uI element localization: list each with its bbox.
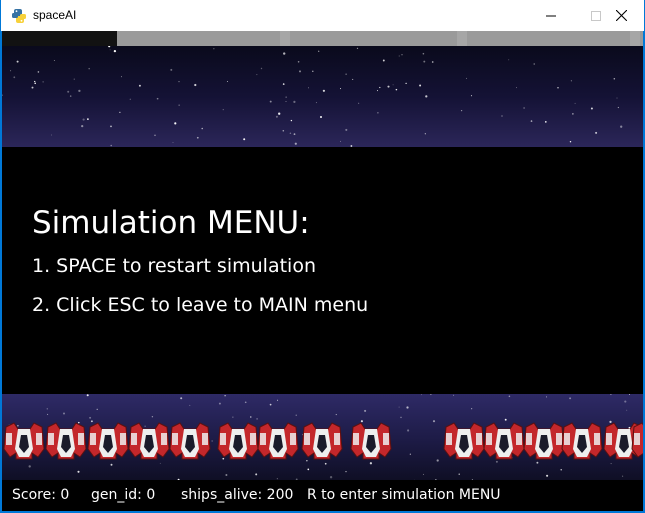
close-button[interactable]: [599, 0, 644, 31]
spaceship-icon: [443, 422, 485, 460]
ship-fleet: [3, 422, 643, 460]
window-title: spaceAI: [33, 8, 77, 22]
spaceship-icon: [3, 422, 45, 460]
spaceship-icon: [483, 422, 525, 460]
generation-progress-bar: [2, 31, 643, 46]
gen-id-label: gen_id: 0: [91, 487, 156, 503]
spaceship-icon: [128, 422, 170, 460]
spaceship-icon: [350, 422, 392, 460]
generation-progress-fill: [2, 31, 118, 46]
spaceship-icon: [87, 422, 129, 460]
menu-hint-label: R to enter simulation MENU: [307, 487, 501, 503]
close-icon: [616, 10, 627, 21]
menu-item-main-menu: 2. Click ESC to leave to MAIN menu: [32, 294, 369, 316]
minimize-button[interactable]: [528, 0, 573, 31]
spaceship-icon: [169, 422, 211, 460]
title-bar[interactable]: spaceAI: [1, 0, 644, 31]
score-label: Score: 0: [12, 487, 70, 503]
game-canvas[interactable]: Simulation MENU: 1. SPACE to restart sim…: [2, 31, 643, 511]
spaceship-icon: [257, 422, 299, 460]
spaceship-icon: [301, 422, 343, 460]
menu-item-restart: 1. SPACE to restart simulation: [32, 255, 316, 277]
spaceship-icon: [45, 422, 87, 460]
app-window: spaceAI Simulation MENU: 1. SPACE to res…: [0, 0, 645, 513]
spaceship-icon: [523, 422, 565, 460]
minimize-icon: [545, 11, 556, 21]
simulation-menu-panel: Simulation MENU: 1. SPACE to restart sim…: [2, 147, 643, 394]
status-bar: Score: 0 gen_id: 0 ships_alive: 200 R to…: [2, 480, 643, 511]
menu-title: Simulation MENU:: [32, 205, 310, 241]
spaceship-icon: [561, 422, 603, 460]
python-icon: [11, 8, 27, 24]
ships-alive-label: ships_alive: 200: [181, 487, 294, 503]
spaceship-icon: [217, 422, 259, 460]
